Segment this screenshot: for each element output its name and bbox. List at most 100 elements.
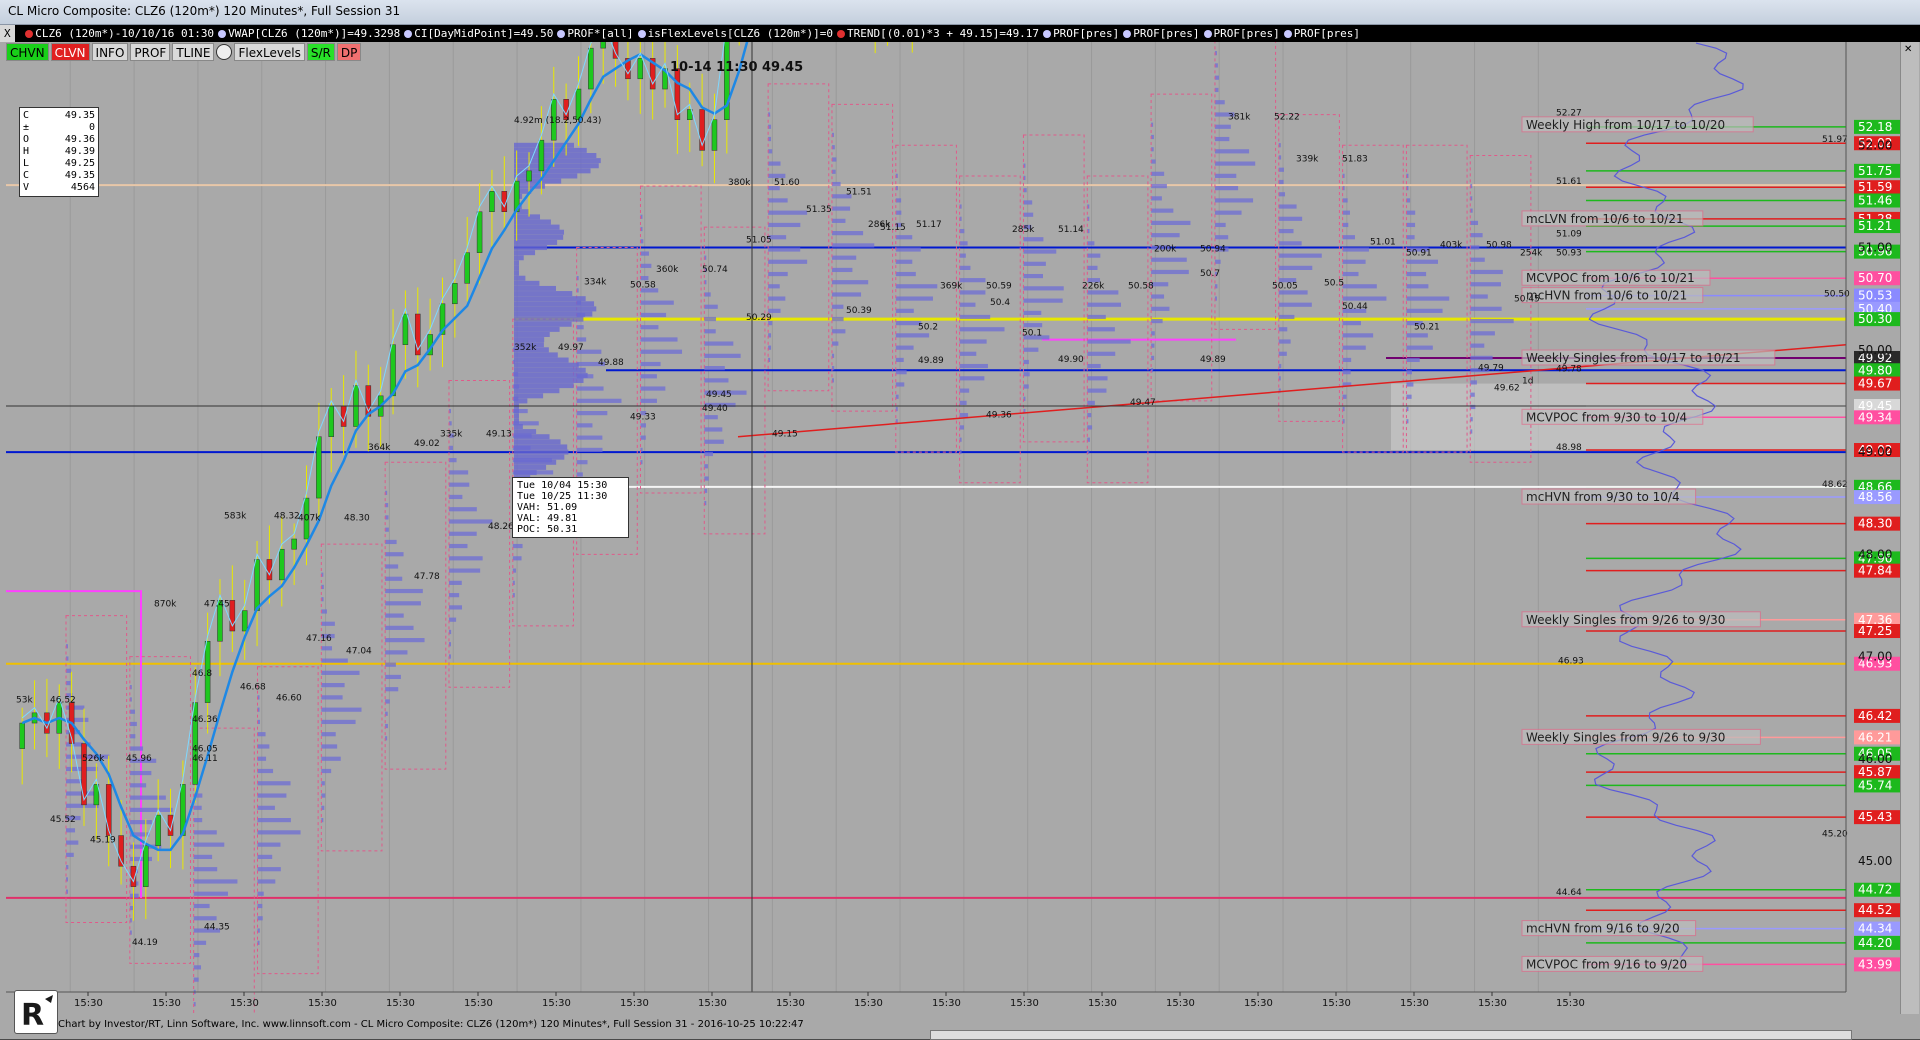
profile-bar	[257, 842, 281, 847]
candle-body	[588, 47, 594, 90]
profile-bar	[1406, 345, 1433, 350]
close-indicator-button[interactable]: X	[0, 25, 15, 42]
info-box-line: Tue 10/04 15:30	[517, 480, 608, 491]
candle-body	[105, 784, 112, 836]
x-axis-tick-label: 15:30	[1400, 998, 1429, 1009]
composite-profile-bar	[514, 321, 572, 327]
profile-bar	[321, 719, 356, 725]
profile-bar	[257, 768, 274, 774]
price-tag-label: 47.84	[1858, 564, 1892, 578]
ohlc-key: C	[23, 110, 30, 121]
profile-bar	[321, 756, 341, 761]
price-tag-label: 52.18	[1858, 120, 1892, 134]
level-annotation: Weekly High from 10/17 to 10/20	[1526, 118, 1725, 132]
profile-bar	[1087, 241, 1095, 246]
profile-bar	[1278, 204, 1297, 209]
clock-icon[interactable]	[216, 44, 233, 60]
profile-bar	[576, 411, 608, 416]
profile-bar	[321, 744, 338, 749]
y-axis-tick-label: 51.00	[1858, 241, 1892, 255]
profile-bar	[895, 210, 902, 215]
indicator-dot-icon	[557, 30, 566, 38]
profile-bar	[576, 386, 604, 391]
profile-bar	[1342, 296, 1387, 301]
toolbar-button-dp[interactable]: DP	[336, 43, 362, 61]
composite-profile-bar	[514, 255, 524, 261]
profile-bar	[321, 793, 326, 798]
profile-bar	[1214, 235, 1229, 240]
profile-bar	[257, 744, 270, 749]
indicator-item[interactable]: PROF[pres]	[1294, 25, 1360, 42]
composite-profile-bar	[514, 449, 569, 455]
session-label: 52.27	[1556, 109, 1582, 119]
profile-bar	[895, 284, 938, 289]
session-label: 380k	[728, 178, 751, 188]
profile-bar	[1023, 384, 1029, 389]
indicator-item[interactable]: PROF[pres]	[1214, 25, 1280, 42]
indicator-item[interactable]: VWAP[CLZ6 (120m*)]=49.3298	[228, 25, 400, 42]
profile-bar	[1470, 220, 1479, 226]
indicator-item[interactable]: PROF*[all]	[567, 25, 633, 42]
profile-bar	[1278, 302, 1312, 307]
title-bar: CL Micro Composite: CLZ6 (120m*) 120 Min…	[0, 0, 1920, 25]
profile-bar	[640, 423, 646, 428]
indicator-item[interactable]: PROF[pres]	[1053, 25, 1119, 42]
session-label: 49.90	[1058, 355, 1084, 365]
toolbar-button-flexlevels[interactable]: FlexLevels	[234, 43, 305, 61]
toolbar-button-clvn[interactable]: CLVN	[50, 43, 90, 61]
profile-bar	[257, 830, 301, 835]
toolbar-button-s-r[interactable]: S/R	[306, 43, 335, 61]
session-label: 526k	[82, 754, 105, 764]
profile-bar	[1278, 192, 1286, 197]
level-annotation: Weekly Singles from 9/26 to 9/30	[1526, 730, 1725, 744]
ohlc-value: 49.35	[64, 110, 95, 121]
composite-profile-bar	[514, 158, 601, 164]
indicator-item[interactable]: CI[DayMidPoint]=49.50	[414, 25, 553, 42]
toolbar-button-prof[interactable]: PROF	[130, 43, 171, 61]
composite-profile-bar	[514, 423, 523, 429]
session-label: 50.74	[702, 265, 728, 275]
scroll-up-icon[interactable]: ✕	[1904, 44, 1912, 55]
profile-bar	[959, 376, 985, 381]
level-annotation: mcHVN from 9/16 to 9/20	[1526, 922, 1680, 936]
indicator-item[interactable]: PROF[pres]	[1133, 25, 1199, 42]
composite-profile-bar	[514, 224, 560, 230]
profile-bar	[768, 247, 801, 252]
composite-profile-bar	[514, 337, 545, 343]
profile-bar	[66, 668, 72, 673]
indicator-dot-icon	[25, 30, 34, 38]
session-label: 51.61	[1556, 177, 1582, 187]
composite-profile-bar	[514, 418, 519, 424]
profile-bar	[448, 531, 477, 536]
profile-bar	[1151, 331, 1155, 336]
vertical-scrollbar[interactable]: ✕	[1900, 42, 1919, 1014]
composite-profile-bar	[514, 439, 561, 445]
profile-bar	[1023, 286, 1064, 291]
profile-bar	[1278, 241, 1302, 246]
profile-bar	[831, 267, 853, 273]
profile-bar	[1342, 345, 1366, 350]
session-label: 49.88	[598, 358, 624, 368]
profile-bar	[640, 251, 649, 256]
candle-body	[328, 405, 334, 437]
toolbar-button-tline[interactable]: TLINE	[172, 43, 215, 61]
profile-bar	[385, 601, 421, 606]
candle-body	[538, 139, 545, 172]
indicator-item[interactable]: isFlexLevels[CLZ6 (120m*)]=0	[648, 25, 833, 42]
session-label: 381k	[1228, 113, 1251, 123]
profile-bar	[959, 278, 986, 283]
candle-body	[279, 548, 285, 581]
profile-bar	[1470, 343, 1485, 348]
indicator-item[interactable]: TREND[(0.01)*3 + 49.15]=49.17	[847, 25, 1039, 42]
profile-bar	[1470, 318, 1514, 324]
toolbar-button-info[interactable]: INFO	[91, 43, 129, 61]
toolbar-button-chvn[interactable]: CHVN	[6, 43, 49, 61]
profile-bar	[704, 366, 725, 371]
profile-bar	[1087, 425, 1093, 430]
profile-bar	[831, 280, 869, 285]
profile-bar	[1214, 198, 1254, 203]
profile-bar	[1470, 245, 1480, 250]
price-tag-label: 50.30	[1858, 312, 1892, 326]
indicator-item[interactable]: CLZ6 (120m*)-10/10/16 01:30	[35, 25, 214, 42]
ohlc-value: 49.25	[64, 158, 95, 169]
